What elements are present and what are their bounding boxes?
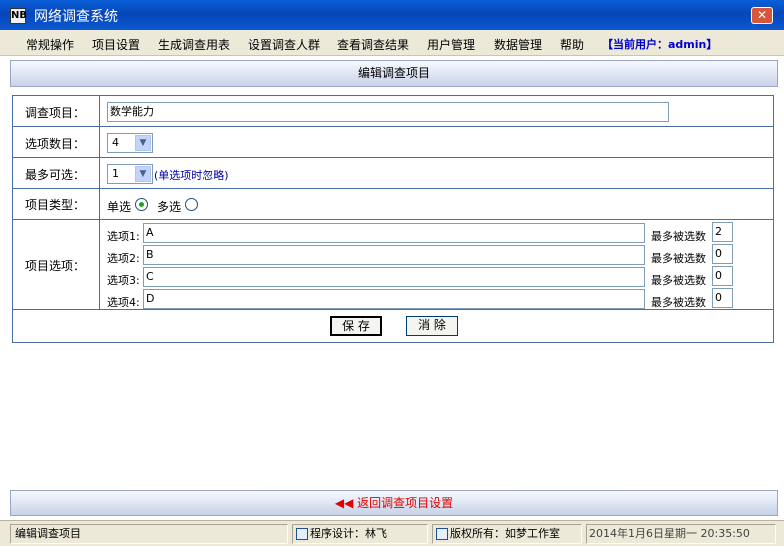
option-label: 选项1: — [107, 230, 140, 243]
save-button[interactable]: 保 存 — [330, 316, 382, 336]
menu-item-survey-group[interactable]: 设置调查人群 — [248, 36, 320, 53]
row-actions: 保 存 消 除 — [13, 310, 773, 342]
single-choice-radio[interactable] — [135, 198, 148, 211]
menu-item-help[interactable]: 帮助 — [560, 36, 584, 53]
option-max-label: 最多被选数 — [651, 252, 706, 265]
max-select-value: 1 — [112, 167, 119, 180]
option-max-input[interactable]: 0 — [712, 266, 733, 286]
row-max-select: 最多可选： 1 ▼ (单选项时忽略) — [13, 158, 773, 189]
option-max-label: 最多被选数 — [651, 230, 706, 243]
menu-item-project-settings[interactable]: 项目设置 — [92, 36, 140, 53]
close-icon: ✕ — [756, 8, 768, 22]
option-label: 选项4: — [107, 296, 140, 309]
menu-item-general[interactable]: 常规操作 — [26, 36, 74, 53]
menu-item-user-management[interactable]: 用户管理 — [427, 36, 475, 53]
row-item-name: 调查项目： 数学能力 — [13, 96, 773, 127]
item-name-label: 调查项目： — [25, 106, 86, 120]
menu-item-data-management[interactable]: 数据管理 — [494, 36, 542, 53]
option-max-input[interactable]: 2 — [712, 222, 733, 242]
option-label: 选项3: — [107, 274, 140, 287]
status-copyright: 版权所有：如梦工作室 — [432, 524, 582, 544]
menu-bar: 常规操作 项目设置 生成调查用表 设置调查人群 查看调查结果 用户管理 数据管理… — [0, 30, 784, 56]
window-titlebar[interactable]: NB 网络调查系统 ✕ — [0, 0, 784, 30]
option-count-label: 选项数目： — [25, 137, 86, 151]
row-option-count: 选项数目： 4 ▼ — [13, 127, 773, 158]
max-select-hint: (单选项时忽略) — [154, 169, 229, 182]
panel-title: 编辑调查项目 — [357, 66, 430, 80]
window-title: 网络调查系统 — [34, 9, 118, 25]
menu-item-view-results[interactable]: 查看调查结果 — [337, 36, 409, 53]
option-value-input[interactable]: D — [143, 289, 645, 309]
disk-icon — [436, 528, 448, 540]
row-item-options: 项目选项： 选项1: A 最多被选数 2 选项2: B 最多被选数 0 选项3:… — [13, 220, 773, 310]
option-count-select[interactable]: 4 ▼ — [107, 133, 153, 153]
multi-choice-label: 多选 — [157, 200, 182, 214]
footer-nav: ◀◀ 返回调查项目设置 — [10, 490, 778, 516]
option-max-input[interactable]: 0 — [712, 244, 733, 264]
row-item-type: 项目类型： 单选 多选 — [13, 189, 773, 220]
max-select-label: 最多可选： — [25, 168, 86, 182]
option-max-input[interactable]: 0 — [712, 288, 733, 308]
app-icon: NB — [10, 8, 27, 24]
option-max-label: 最多被选数 — [651, 274, 706, 287]
clear-button[interactable]: 消 除 — [406, 316, 458, 336]
current-user-label: 【当前用户：admin】 — [602, 38, 718, 51]
status-bar: 编辑调查项目 程序设计：林飞 版权所有：如梦工作室 2014年1月6日星期一 2… — [0, 520, 784, 546]
panel-header: 编辑调查项目 — [10, 60, 778, 87]
multi-choice-radio[interactable] — [185, 198, 198, 211]
option-label: 选项2: — [107, 252, 140, 265]
close-button[interactable]: ✕ — [751, 7, 773, 24]
chevron-down-icon: ▼ — [135, 166, 151, 182]
option-count-value: 4 — [112, 136, 119, 149]
option-max-label: 最多被选数 — [651, 296, 706, 309]
chevron-down-icon: ▼ — [135, 135, 151, 151]
status-page: 编辑调查项目 — [10, 524, 288, 544]
status-designer: 程序设计：林飞 — [292, 524, 428, 544]
single-choice-label: 单选 — [107, 200, 132, 214]
status-datetime: 2014年1月6日星期一 20:35:50 — [586, 524, 776, 544]
option-value-input[interactable]: B — [143, 245, 645, 265]
item-type-label: 项目类型： — [25, 198, 86, 212]
item-name-input[interactable]: 数学能力 — [107, 102, 669, 122]
back-link[interactable]: ◀◀ 返回调查项目设置 — [335, 496, 453, 510]
max-select-select[interactable]: 1 ▼ — [107, 164, 153, 184]
option-value-input[interactable]: A — [143, 223, 645, 243]
menu-item-generate-form[interactable]: 生成调查用表 — [158, 36, 230, 53]
item-options-label: 项目选项： — [25, 259, 86, 273]
edit-item-form: 调查项目： 数学能力 选项数目： 4 ▼ 最多可选： 1 ▼ (单选项时忽略) … — [12, 95, 774, 343]
option-value-input[interactable]: C — [143, 267, 645, 287]
double-arrow-left-icon: ◀◀ — [334, 496, 354, 510]
back-link-label: 返回调查项目设置 — [357, 496, 454, 510]
window-icon — [296, 528, 308, 540]
